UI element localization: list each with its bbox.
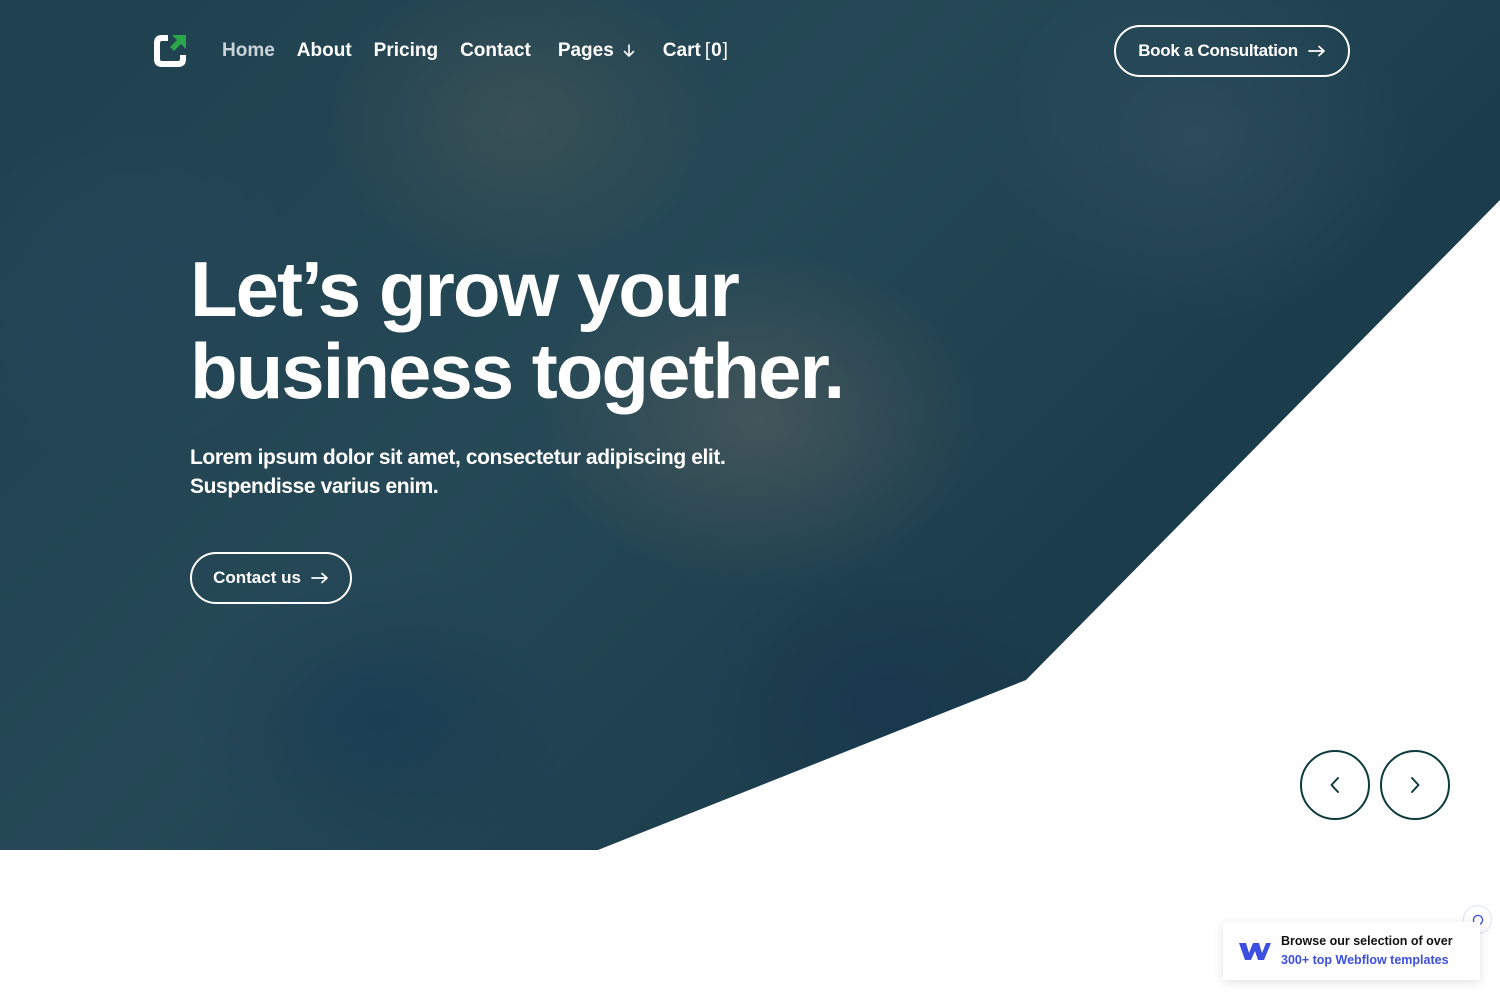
nav-link-about[interactable]: About [297, 40, 352, 62]
hero-section [0, 0, 1500, 850]
cart-label: Cart [662, 40, 701, 61]
hero-headline-line2: business together. [190, 327, 845, 415]
webflow-logo-icon [1239, 943, 1271, 960]
webflow-templates-badge[interactable]: Browse our selection of over 300+ top We… [1223, 922, 1480, 980]
book-consultation-label: Book a Consultation [1138, 41, 1298, 60]
nav-dropdown-pages[interactable]: Pages [558, 40, 635, 62]
nav-pages-label: Pages [557, 40, 614, 61]
slider-next-button[interactable] [1380, 750, 1450, 820]
nav-link-contact[interactable]: Contact [460, 40, 531, 62]
contact-us-button[interactable]: Contact us [190, 552, 352, 604]
nav-link-cart[interactable]: Cart [0] [663, 40, 729, 62]
hero-headline: Let’s grow your business together. [190, 248, 1010, 412]
nav-link-pricing[interactable]: Pricing [374, 40, 438, 62]
hero-white-cut-shape [598, 200, 1500, 850]
webflow-badge-text: Browse our selection of over 300+ top We… [1281, 932, 1453, 970]
arrow-right-icon [311, 572, 328, 584]
logo-arrow-icon[interactable] [150, 31, 190, 71]
arrow-down-icon [623, 44, 635, 57]
contact-us-label: Contact us [213, 568, 301, 587]
cart-count-value: 0 [711, 40, 723, 61]
hero-subtext-line1: Lorem ipsum dolor sit amet, consectetur … [190, 446, 726, 469]
hero-subtext-line2: Suspendisse varius enim. [190, 475, 439, 498]
cart-count-badge: [0] [704, 40, 729, 61]
nav-link-home[interactable]: Home [222, 40, 275, 62]
chevron-left-icon [1330, 777, 1339, 793]
hero-subtext: Lorem ipsum dolor sit amet, consectetur … [190, 443, 810, 501]
book-consultation-button[interactable]: Book a Consultation [1114, 25, 1350, 77]
hero-headline-line1: Let’s grow your [190, 245, 740, 333]
webflow-badge-line1: Browse our selection of over [1281, 934, 1453, 948]
arrow-right-icon [1307, 45, 1325, 57]
webflow-badge-line2: 300+ top Webflow templates [1281, 953, 1449, 967]
nav-link-contact-label: Contact [460, 40, 531, 61]
slider-prev-button[interactable] [1300, 750, 1370, 820]
main-nav: Home About Pricing Contact Pages Cart [0… [150, 30, 751, 72]
chevron-right-icon [1411, 777, 1420, 793]
